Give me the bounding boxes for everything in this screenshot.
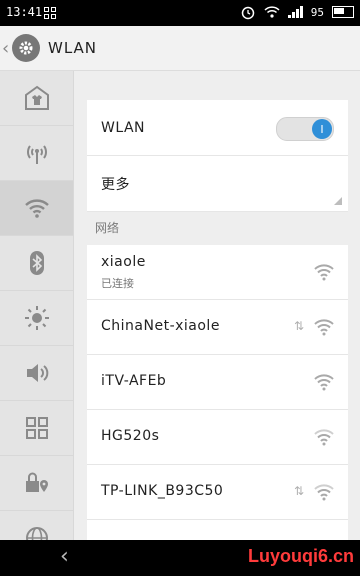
sidebar-item-security-location[interactable] <box>0 456 73 511</box>
bluetooth-icon <box>29 251 44 275</box>
sidebar-item-bluetooth[interactable] <box>0 236 73 291</box>
wifi-signal-icon <box>314 484 334 501</box>
sidebar-item-apps[interactable] <box>0 401 73 456</box>
toggle-knob: I <box>312 119 332 139</box>
wifi-signal-icon <box>314 319 334 336</box>
brightness-icon <box>24 306 49 330</box>
sidebar-item-mobile-network[interactable] <box>0 126 73 181</box>
apps-grid-icon <box>25 417 48 439</box>
app-header: ‹ WLAN <box>0 26 360 71</box>
lock-location-icon <box>25 472 48 492</box>
wlan-label: WLAN <box>101 119 146 136</box>
network-row[interactable]: HG520s <box>87 410 348 465</box>
wifi-icon <box>24 199 49 218</box>
network-list: xiaole 已连接 ChinaNet-xiaole ⇅ iTV-AFEb HG… <box>87 245 348 540</box>
network-name: HG520s <box>101 428 160 444</box>
wps-icon: ⇅ <box>293 319 304 333</box>
status-right-text: 95 <box>310 5 324 19</box>
volume-icon <box>26 364 48 382</box>
corner-indicator-icon <box>334 197 342 205</box>
wifi-signal-icon <box>314 264 334 281</box>
network-section-label: 网络 <box>95 221 120 235</box>
battery-icon <box>332 6 354 18</box>
more-label: 更多 <box>101 176 130 193</box>
wlan-toggle[interactable]: I <box>276 117 334 141</box>
network-row[interactable]: iTV-AFEb <box>87 355 348 410</box>
wps-icon: ⇅ <box>293 484 304 498</box>
network-name: iTV-AFEb <box>101 373 167 389</box>
network-row[interactable]: ChinaNet-xiaole ⇅ <box>87 300 348 355</box>
status-bar: 13:41 95 <box>0 0 360 26</box>
wifi-status-icon <box>264 6 280 18</box>
network-name: TP-LINK_B93C50 <box>101 483 224 499</box>
settings-sidebar <box>0 71 74 566</box>
network-row[interactable]: xiaole 已连接 <box>87 245 348 300</box>
wifi-signal-icon <box>314 429 334 446</box>
network-name: ChinaNet-xiaole <box>101 318 220 334</box>
sidebar-item-sound[interactable] <box>0 346 73 401</box>
notification-grid-icon <box>44 7 56 19</box>
wifi-signal-icon <box>314 374 334 391</box>
network-status: 已连接 <box>101 277 134 290</box>
network-name: xiaole <box>101 254 146 270</box>
wlan-row[interactable]: WLAN I <box>87 100 348 156</box>
shirt-icon <box>24 85 49 110</box>
wlan-settings-panel: WLAN I 更多 网络 xiaole 已连接 ChinaNet-xiaole … <box>74 71 360 540</box>
page-title: WLAN <box>48 39 98 57</box>
status-time: 13:41 <box>6 5 43 19</box>
navigation-bar: ‹ Luyouqi6.cn <box>0 540 360 576</box>
alarm-icon <box>241 6 254 20</box>
back-chevron-icon[interactable]: ‹ <box>2 38 9 59</box>
more-row[interactable]: 更多 <box>87 156 348 212</box>
network-row-partial[interactable] <box>87 520 348 540</box>
wlan-toggle-card: WLAN I 更多 <box>87 100 348 212</box>
watermark: Luyouqi6.cn <box>247 546 354 566</box>
antenna-icon <box>26 145 47 164</box>
signal-icon <box>287 6 303 18</box>
sidebar-item-theme[interactable] <box>0 71 73 126</box>
settings-gear-icon[interactable] <box>12 34 40 62</box>
network-row[interactable]: TP-LINK_B93C50 ⇅ <box>87 465 348 520</box>
sidebar-item-wlan[interactable] <box>0 181 73 236</box>
sidebar-item-brightness[interactable] <box>0 291 73 346</box>
nav-back-button[interactable]: ‹ <box>60 544 69 569</box>
